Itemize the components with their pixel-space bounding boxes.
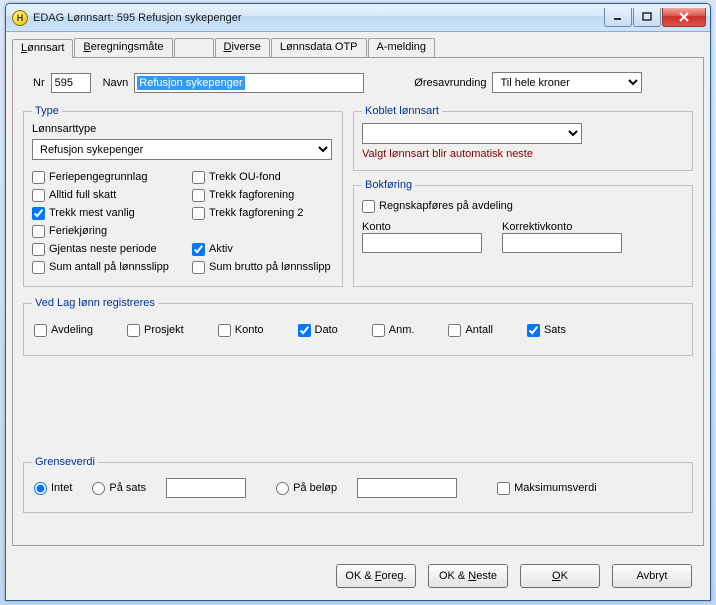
cb-trekk-ou-fond[interactable] [192, 171, 205, 184]
cb-label: Antall [465, 324, 493, 336]
oresavrunding-select[interactable]: Til hele kroner [492, 72, 642, 93]
avbryt-button[interactable]: Avbryt [612, 564, 692, 588]
window-title: EDAG Lønnsart: 595 Refusjon sykepenger [33, 12, 603, 24]
nr-field[interactable] [51, 73, 91, 93]
radio-label: På beløp [293, 482, 337, 494]
tab-label: iverse [232, 41, 261, 53]
vedlag-group: Ved Lag lønn registreres Avdeling Prosje… [23, 297, 693, 356]
maximize-button[interactable] [633, 8, 661, 27]
koblet-warning: Valgt lønnsart blir automatisk neste [362, 148, 684, 160]
radio-label: På sats [109, 482, 146, 494]
cb-konto[interactable] [218, 324, 231, 337]
minimize-button[interactable] [604, 8, 632, 27]
type-group: Type Lønnsarttype Refusjon sykepenger Fe… [23, 105, 343, 287]
navn-field[interactable]: Refusjon sykepenger [137, 76, 244, 90]
koblet-group: Koblet lønnsart Valgt lønnsart blir auto… [353, 105, 693, 171]
cb-label: Prosjekt [144, 324, 184, 336]
cb-antall[interactable] [448, 324, 461, 337]
vedlag-legend: Ved Lag lønn registreres [32, 297, 158, 309]
cb-label: Regnskapføres på avdeling [379, 200, 513, 212]
btn-label: OK & Foreg. [345, 570, 406, 582]
cb-sum-brutto[interactable] [192, 261, 205, 274]
cb-anm[interactable] [372, 324, 385, 337]
cb-sum-antall[interactable] [32, 261, 45, 274]
konto-field[interactable] [362, 233, 482, 253]
lonnsarttype-label: Lønnsarttype [32, 123, 334, 135]
cb-label: Konto [235, 324, 264, 336]
radio-pa-sats[interactable] [92, 482, 105, 495]
tab-diverse[interactable]: Diverse [215, 38, 270, 57]
cb-dato[interactable] [298, 324, 311, 337]
konto-label: Konto [362, 221, 482, 233]
cb-label: Sum brutto på lønnsslipp [209, 261, 331, 273]
client-area: Lønnsart Beregningsmåte Diverse Lønnsdat… [6, 32, 710, 600]
tab-lonnsart[interactable]: Lønnsart [12, 39, 73, 59]
tab-label: ønnsart [27, 42, 64, 54]
cb-feriepengegrunnlag[interactable] [32, 171, 45, 184]
lonnsarttype-select[interactable]: Refusjon sykepenger [32, 139, 332, 160]
oresavrunding-label: Øresavrunding [414, 77, 486, 89]
cb-label: Alltid full skatt [49, 189, 116, 201]
cb-label: Avdeling [51, 324, 93, 336]
cb-label: Trekk mest vanlig [49, 207, 135, 219]
cb-label: Feriekjøring [49, 225, 107, 237]
cb-label: Sats [544, 324, 566, 336]
cb-label: Gjentas neste periode [49, 243, 157, 255]
grenseverdi-legend: Grenseverdi [32, 456, 98, 468]
cb-label: Anm. [389, 324, 415, 336]
navn-label: Navn [103, 77, 129, 89]
cb-prosjekt[interactable] [127, 324, 140, 337]
tab-lonnsdata-otp[interactable]: Lønnsdata OTP [271, 38, 367, 57]
cb-label: Maksimumsverdi [514, 482, 597, 494]
cb-trekk-fagforening2[interactable] [192, 207, 205, 220]
cb-trekk-fagforening[interactable] [192, 189, 205, 202]
koblet-legend: Koblet lønnsart [362, 105, 442, 117]
cb-regnskap-avdeling[interactable] [362, 200, 375, 213]
cb-label: Trekk fagforening 2 [209, 207, 303, 219]
close-button[interactable] [662, 8, 706, 27]
cb-feriekjoring[interactable] [32, 225, 45, 238]
cb-label: Sum antall på lønnsslipp [49, 261, 169, 273]
koblet-select[interactable] [362, 123, 582, 144]
window: H EDAG Lønnsart: 595 Refusjon sykepenger… [5, 3, 711, 601]
cb-label: Dato [315, 324, 338, 336]
cb-maksimumsverdi[interactable] [497, 482, 510, 495]
ok-neste-button[interactable]: OK & Neste [428, 564, 508, 588]
bokforing-legend: Bokføring [362, 179, 415, 191]
pa-sats-field[interactable] [166, 478, 246, 498]
cb-trekk-mest-vanlig[interactable] [32, 207, 45, 220]
ok-button[interactable]: OK [520, 564, 600, 588]
tab-page: Nr Navn Refusjon sykepenger Øresavrundin… [12, 58, 704, 546]
cb-alltid-full-skatt[interactable] [32, 189, 45, 202]
cb-label: Trekk fagforening [209, 189, 294, 201]
cb-label: Feriepengegrunnlag [49, 171, 147, 183]
radio-intet[interactable] [34, 482, 47, 495]
cb-label: Aktiv [209, 243, 233, 255]
nr-label: Nr [33, 77, 45, 89]
radio-label: Intet [51, 482, 72, 494]
type-legend: Type [32, 105, 62, 117]
cb-gjentas-neste-periode[interactable] [32, 243, 45, 256]
radio-pa-belop[interactable] [276, 482, 289, 495]
bokforing-group: Bokføring Regnskapføres på avdeling Kont… [353, 179, 693, 287]
titlebar[interactable]: H EDAG Lønnsart: 595 Refusjon sykepenger [6, 4, 710, 32]
cb-avdeling[interactable] [34, 324, 47, 337]
cb-label: Trekk OU-fond [209, 171, 281, 183]
tab-amelding[interactable]: A-melding [368, 38, 436, 57]
tabstrip: Lønnsart Beregningsmåte Diverse Lønnsdat… [12, 38, 704, 58]
header-row: Nr Navn Refusjon sykepenger Øresavrundin… [23, 72, 693, 93]
tab-beregningsmate[interactable]: Beregningsmåte [74, 38, 172, 57]
tab-label: eregningsmåte [91, 41, 164, 53]
ok-foreg-button[interactable]: OK & Foreg. [336, 564, 416, 588]
tab-spacer[interactable] [174, 38, 214, 57]
pa-belop-field[interactable] [357, 478, 457, 498]
btn-label: OK & Neste [439, 570, 497, 582]
app-icon: H [12, 10, 28, 26]
grenseverdi-group: Grenseverdi Intet På sats På beløp Maksi… [23, 456, 693, 513]
korrektivkonto-label: Korrektivkonto [502, 221, 622, 233]
korrektivkonto-field[interactable] [502, 233, 622, 253]
button-bar: OK & Foreg. OK & Neste OK Avbryt [336, 564, 692, 588]
cb-sats[interactable] [527, 324, 540, 337]
cb-aktiv[interactable] [192, 243, 205, 256]
